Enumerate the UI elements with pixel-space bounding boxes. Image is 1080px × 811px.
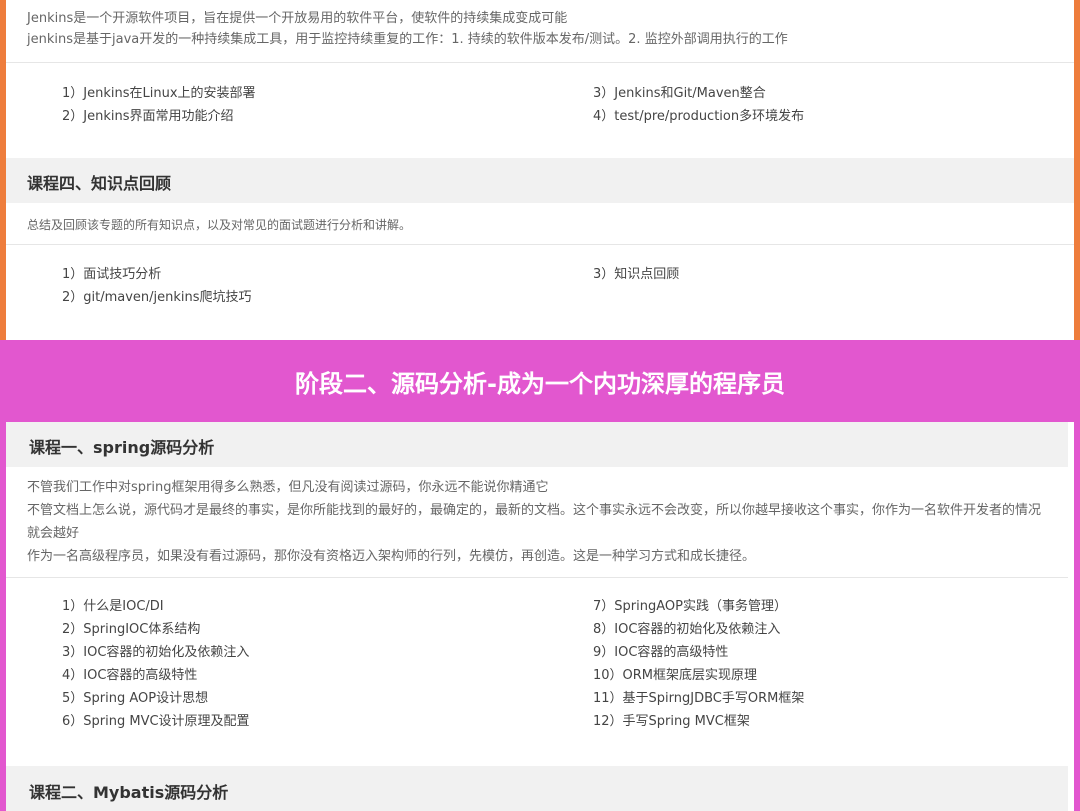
list-item: 9）IOC容器的高级特性	[593, 645, 729, 660]
spring-desc-line: 不管文档上怎么说，源代码才是最终的事实，是你所能找到的最好的，最确定的，最新的文…	[27, 503, 1042, 541]
course-four-topics-right: 3）知识点回顾	[593, 263, 679, 286]
list-item: 4）IOC容器的高级特性	[62, 668, 198, 683]
jenkins-description: Jenkins是一个开源软件项目，旨在提供一个开放易用的软件平台，使软件的持续集…	[27, 8, 788, 50]
jenkins-desc-line: Jenkins是一个开源软件项目，旨在提供一个开放易用的软件平台，使软件的持续集…	[27, 11, 568, 26]
mybatis-course-title: 课程二、Mybatis源码分析	[29, 783, 229, 802]
divider	[6, 244, 1074, 245]
jenkins-topics-right: 3）Jenkins和Git/Maven整合 4）test/pre/product…	[593, 82, 804, 128]
page: Jenkins是一个开源软件项目，旨在提供一个开放易用的软件平台，使软件的持续集…	[0, 0, 1080, 811]
list-item: 6）Spring MVC设计原理及配置	[62, 714, 250, 729]
list-item: 2）SpringIOC体系结构	[62, 622, 201, 637]
list-item: 1）Jenkins在Linux上的安装部署	[62, 86, 256, 101]
list-item: 1）什么是IOC/DI	[62, 599, 164, 614]
jenkins-desc-line: jenkins是基于java开发的一种持续集成工具，用于监控持续重复的工作：1.…	[27, 32, 788, 47]
list-item: 8）IOC容器的初始化及依赖注入	[593, 622, 781, 637]
spring-course-description: 不管我们工作中对spring框架用得多么熟悉，但凡没有阅读过源码，你永远不能说你…	[27, 476, 1047, 568]
course-four-topics-left: 1）面试技巧分析 2）git/maven/jenkins爬坑技巧	[62, 263, 252, 309]
stage-two-title: 阶段二、源码分析-成为一个内功深厚的程序员	[0, 340, 1080, 422]
jenkins-topics-left: 1）Jenkins在Linux上的安装部署 2）Jenkins界面常用功能介绍	[62, 82, 256, 128]
course-four-description: 总结及回顾该专题的所有知识点，以及对常见的面试题进行分析和讲解。	[27, 218, 412, 232]
spring-desc-line: 不管我们工作中对spring框架用得多么熟悉，但凡没有阅读过源码，你永远不能说你…	[27, 480, 549, 495]
list-item: 3）Jenkins和Git/Maven整合	[593, 86, 766, 101]
list-item: 2）Jenkins界面常用功能介绍	[62, 109, 234, 124]
list-item: 3）知识点回顾	[593, 267, 680, 282]
list-item: 2）git/maven/jenkins爬坑技巧	[62, 290, 252, 305]
spring-course-title: 课程一、spring源码分析	[29, 438, 215, 457]
divider	[6, 577, 1068, 578]
spring-topics-right: 7）SpringAOP实践（事务管理） 8）IOC容器的初始化及依赖注入 9）I…	[593, 595, 804, 733]
divider	[6, 62, 1074, 63]
course-four-title: 课程四、知识点回顾	[27, 174, 172, 193]
spring-desc-line: 作为一名高级程序员，如果没有看过源码，那你没有资格迈入架构师的行列，先模仿，再创…	[27, 549, 756, 564]
list-item: 4）test/pre/production多环境发布	[593, 109, 805, 124]
list-item: 10）ORM框架底层实现原理	[593, 668, 758, 683]
list-item: 7）SpringAOP实践（事务管理）	[593, 599, 787, 614]
list-item: 5）Spring AOP设计思想	[62, 691, 209, 706]
spring-topics-left: 1）什么是IOC/DI 2）SpringIOC体系结构 3）IOC容器的初始化及…	[62, 595, 250, 733]
list-item: 11）基于SpirngJDBC手写ORM框架	[593, 691, 805, 706]
list-item: 12）手写Spring MVC框架	[593, 714, 750, 729]
list-item: 3）IOC容器的初始化及依赖注入	[62, 645, 250, 660]
list-item: 1）面试技巧分析	[62, 267, 162, 282]
